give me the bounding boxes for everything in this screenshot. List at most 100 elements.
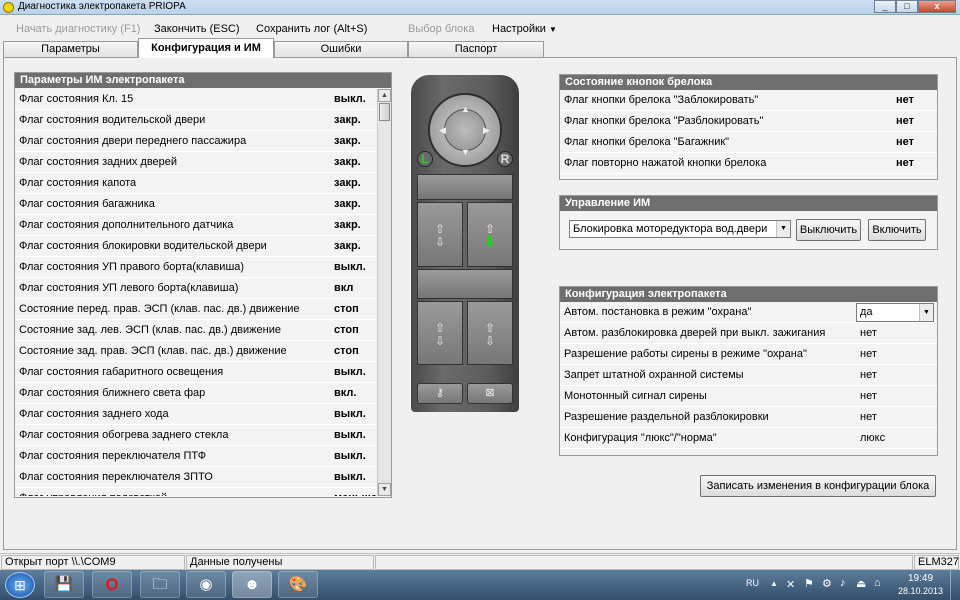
keyfob-row-label: Флаг кнопки брелока "Разблокировать": [564, 115, 764, 127]
arrow-right-icon: ▶: [483, 125, 490, 135]
config-row-label: Разрешение раздельной разблокировки: [564, 411, 769, 423]
config-row-value[interactable]: нет: [860, 365, 877, 385]
param-row-label: Состояние зад. прав. ЭСП (клав. пас. дв.…: [19, 345, 287, 357]
keyfob-state-list: Флаг кнопки брелока "Заблокировать" нет Фл…: [560, 90, 937, 174]
param-row-value: стоп: [334, 324, 359, 336]
paint-app-icon[interactable]: 🎨: [278, 571, 318, 598]
scroll-down-icon[interactable]: ▼: [378, 483, 391, 496]
dpad-inner: [444, 109, 486, 151]
keyfob-row-label: Флаг повторно нажатой кнопки брелока: [564, 157, 767, 169]
minimize-button[interactable]: _: [874, 0, 896, 13]
param-row-label: Флаг состояния багажника: [19, 198, 155, 210]
param-row: Флаг состояния задних дверей закр.: [15, 152, 376, 173]
write-config-button[interactable]: Записать изменения в конфигурации блока: [700, 475, 936, 497]
clock-date[interactable]: 28.10.2013: [898, 586, 943, 596]
tab-passport[interactable]: Паспорт: [408, 41, 544, 58]
tray-extra-icon[interactable]: ⌂: [874, 577, 881, 589]
fob-window-left-front[interactable]: ⇧ ⇩: [417, 202, 463, 267]
param-row: Флаг состояния заднего хода выкл.: [15, 404, 376, 425]
params-list[interactable]: Флаг состояния Кл. 15 выкл. Флаг состояния…: [15, 89, 376, 496]
keyfob-row: Флаг кнопки брелока "Багажник" нет: [560, 132, 937, 153]
tab-configuration[interactable]: Конфигурация и ИМ: [138, 38, 274, 58]
close-button[interactable]: x: [918, 0, 956, 13]
keyfob-row-value: нет: [896, 157, 915, 169]
param-row-value: меньше: [334, 488, 376, 496]
config-row-value[interactable]: нет: [860, 323, 877, 343]
window-updown-icon: ⇧ ⇩: [484, 321, 496, 348]
param-row-label: Флаг состояния обогрева заднего стекла: [19, 429, 229, 441]
params-scrollbar[interactable]: ▲ ▼: [377, 89, 391, 496]
chevron-down-icon: ▼: [549, 25, 557, 34]
param-row-label: Флаг состояния переключателя ЗПТО: [19, 471, 213, 483]
param-row-label: Флаг состояния ближнего света фар: [19, 387, 206, 399]
param-row: Флаг состояния переключателя ЗПТО выкл.: [15, 467, 376, 488]
chevron-down-icon[interactable]: ▼: [919, 304, 933, 321]
explorer-app-icon[interactable]: 🗀: [140, 571, 180, 598]
window-updown-icon: ⇧ ⇩: [434, 321, 446, 348]
param-row-label: Состояние перед. прав. ЭСП (клав. пас. д…: [19, 303, 300, 315]
config-row-label: Конфигурация "люкс"/"норма": [564, 432, 717, 444]
param-row: Флаг управления подсветкой меньше: [15, 488, 376, 496]
chevron-down-icon[interactable]: ▼: [776, 221, 790, 237]
keyfob-row: Флаг повторно нажатой кнопки брелока нет: [560, 153, 937, 174]
param-row: Состояние зад. лев. ЭСП (клав. пас. дв.)…: [15, 320, 376, 341]
title-bar: Диагностика электропакета PRIOPA _ □ x: [0, 0, 960, 15]
safely-remove-icon[interactable]: ⏏: [856, 577, 866, 590]
menu-finish[interactable]: Закончить (ESC): [154, 23, 240, 35]
language-indicator[interactable]: RU: [746, 578, 759, 588]
chrome-app-icon[interactable]: ◉: [186, 571, 226, 598]
menu-settings-label: Настройки: [492, 23, 546, 35]
config-row-value[interactable]: нет: [860, 344, 877, 364]
menu-select-block[interactable]: Выбор блока: [408, 23, 474, 35]
floppy-app-icon[interactable]: 💾: [44, 571, 84, 598]
opera-app-icon[interactable]: O: [92, 571, 132, 598]
fob-window-left-rear[interactable]: ⇧ ⇩: [417, 301, 463, 365]
config-row-label: Автом. постановка в режим "охрана": [564, 306, 752, 318]
action-center-icon[interactable]: ⚑: [804, 577, 814, 590]
scroll-thumb[interactable]: [379, 103, 390, 121]
actuator-select-value: Блокировка моторедуктора вод.двери: [573, 223, 768, 235]
tray-expand-icon[interactable]: ▲: [770, 579, 778, 588]
actuator-select[interactable]: Блокировка моторедуктора вод.двери ▼: [569, 220, 791, 238]
param-row-value: закр.: [334, 240, 361, 252]
turn-on-button[interactable]: Включить: [868, 219, 926, 241]
param-row-label: Флаг состояния габаритного освещения: [19, 366, 224, 378]
fob-key-button[interactable]: ⚷: [417, 383, 463, 404]
param-row-value: закр.: [334, 198, 361, 210]
menu-settings[interactable]: Настройки ▼: [492, 23, 557, 35]
fob-window-right-front[interactable]: ⇧ ⬇: [467, 202, 513, 267]
auto-arm-select[interactable]: да ▼: [856, 303, 934, 322]
arrow-left-icon: ◀: [439, 125, 446, 135]
fob-top-button[interactable]: [417, 174, 513, 200]
status-bar: Открыт порт \\.\COM9 Данные получены ELM…: [0, 553, 960, 570]
config-row-value[interactable]: нет: [860, 386, 877, 406]
maximize-button[interactable]: □: [896, 0, 918, 13]
tab-strip: Параметры Конфигурация и ИМ Ошибки Паспо…: [0, 38, 960, 58]
menu-save-log[interactable]: Сохранить лог (Alt+S): [256, 23, 367, 35]
show-desktop-button[interactable]: [950, 570, 960, 600]
scroll-up-icon[interactable]: ▲: [378, 89, 391, 102]
param-row-label: Флаг состояния водительской двери: [19, 114, 206, 126]
volume-icon[interactable]: ♪: [840, 577, 846, 589]
param-row-value: выкл.: [334, 366, 366, 378]
config-row-value[interactable]: нет: [860, 407, 877, 427]
param-row-value: закр.: [334, 177, 361, 189]
param-row-label: Флаг состояния Кл. 15: [19, 93, 134, 105]
tab-parameters[interactable]: Параметры: [3, 41, 138, 58]
fob-window-right-rear[interactable]: ⇧ ⇩: [467, 301, 513, 365]
fob-child-lock-button[interactable]: ⊠: [467, 383, 513, 404]
config-row-value[interactable]: люкс: [860, 428, 885, 448]
param-row-value: вкл: [334, 282, 354, 294]
fob-mid-button[interactable]: [417, 269, 513, 299]
network-icon[interactable]: ✕: [786, 578, 795, 591]
clock-time[interactable]: 19:49: [908, 573, 933, 584]
tab-errors[interactable]: Ошибки: [274, 41, 408, 58]
dpad-button[interactable]: ▲ ▼ ◀ ▶: [428, 93, 502, 167]
diagnostics-app-icon[interactable]: ☻: [232, 571, 272, 598]
param-row: Флаг состояния УП правого борта(клавиша)…: [15, 257, 376, 278]
menu-start-diagnostics[interactable]: Начать диагностику (F1): [16, 23, 140, 35]
turn-off-button[interactable]: Выключить: [796, 219, 861, 241]
start-button[interactable]: ⊞: [5, 572, 35, 598]
config-row-label: Автом. разблокировка дверей при выкл. за…: [564, 327, 826, 339]
tray-app-icon[interactable]: ⚙: [822, 577, 832, 590]
